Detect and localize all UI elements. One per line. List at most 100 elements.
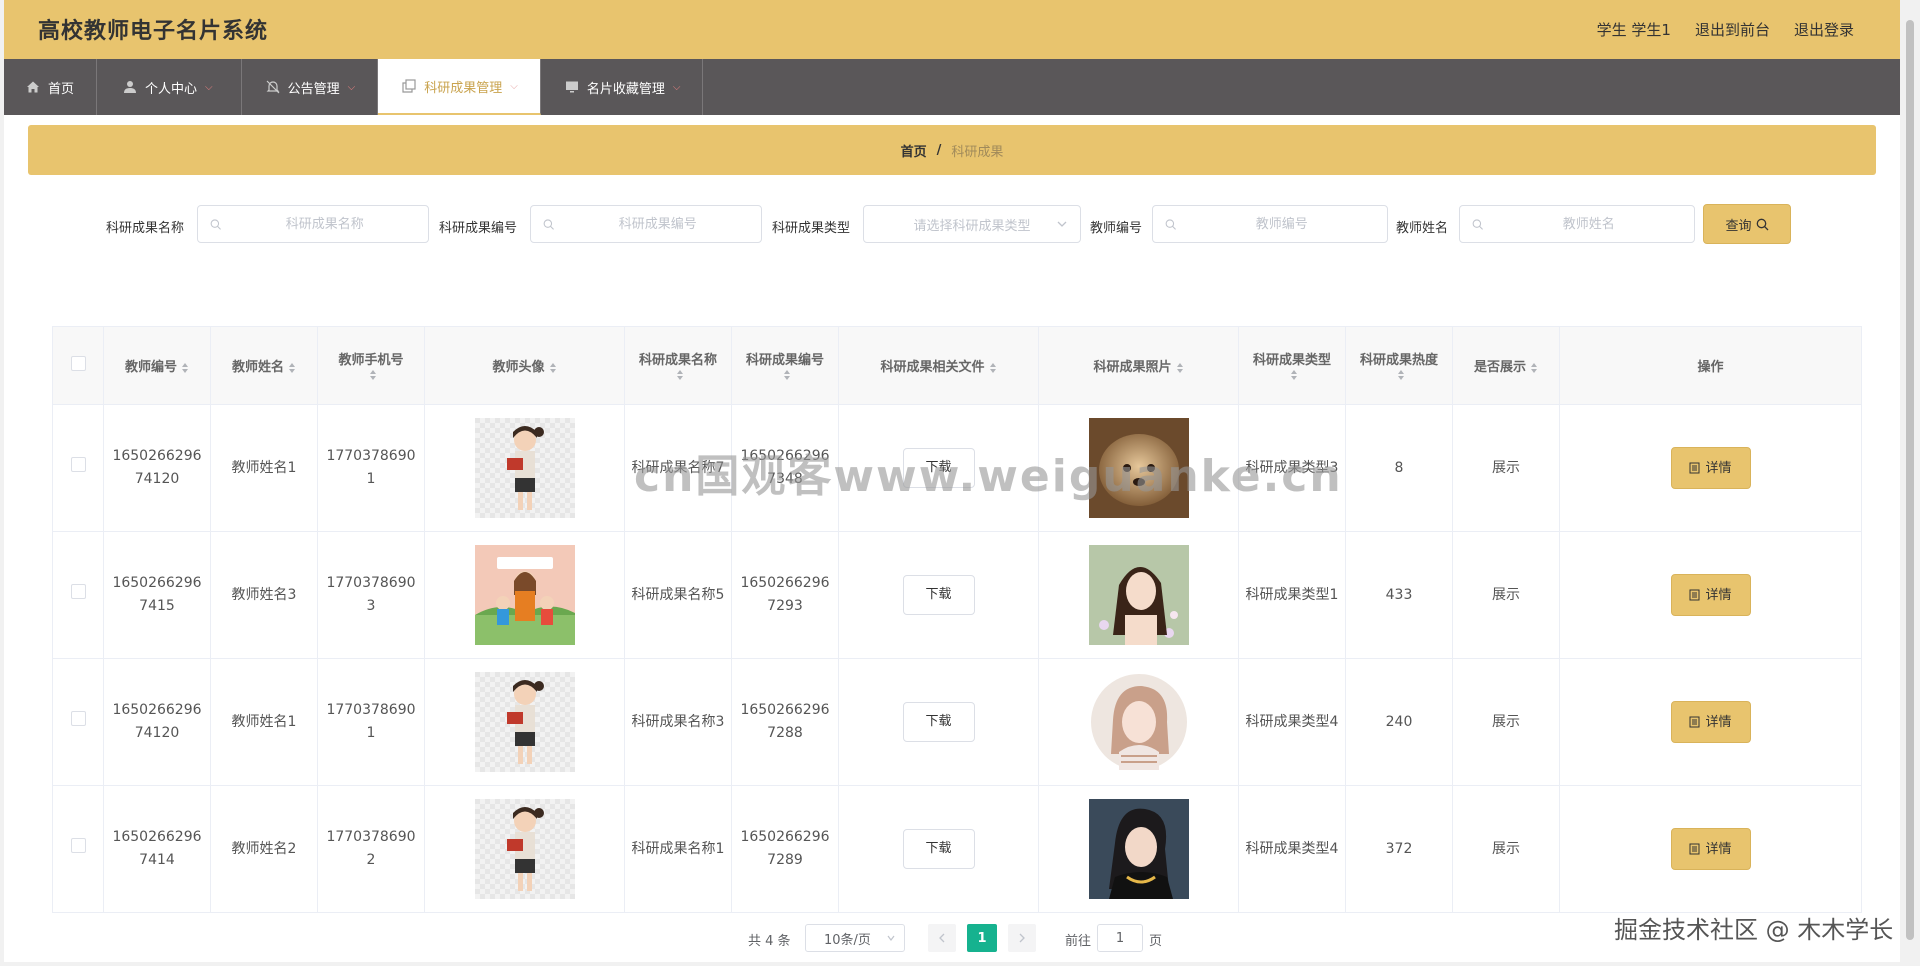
nav-notice-management[interactable]: 公告管理 ⌵ [242, 59, 379, 115]
cell-teacher-name: 教师姓名1 [210, 404, 318, 532]
cell-research-code: 16502662967348 [731, 404, 839, 532]
download-button[interactable]: 下载 [902, 702, 975, 742]
cell-is-shown: 展示 [1452, 785, 1560, 913]
vertical-scrollbar[interactable] [1900, 0, 1920, 966]
cell-research-type: 科研成果类型4 [1238, 658, 1346, 786]
research-table: 教师编号 教师姓名 教师手机号 教师头像 科研成果名称 科研成果编号 科研成果相… [52, 326, 1862, 913]
nav-home[interactable]: 首页 [4, 59, 98, 115]
header-user-links: 学生 学生1 退出到前台 退出登录 [1597, 19, 1854, 40]
research-name-field[interactable] [197, 205, 429, 243]
detail-button[interactable]: 详情 [1670, 574, 1751, 616]
nav-home-label: 首页 [48, 81, 75, 97]
nav-card-favorites[interactable]: 名片收藏管理 ⌵ [541, 59, 704, 115]
row-checkbox[interactable] [70, 456, 86, 472]
cell-research-code: 16502662967293 [731, 531, 839, 659]
goto-page-input[interactable]: 1 [1097, 924, 1143, 952]
nav-personal-center[interactable]: 个人中心 ⌵ [97, 59, 242, 115]
col-research-code[interactable]: 科研成果编号 [731, 326, 839, 405]
table-row: 16502662967415 教师姓名3 17703786903 科研成果名称5… [52, 531, 1862, 659]
teacher-name-label: 教师姓名 [1396, 221, 1449, 236]
bell-off-icon [266, 80, 280, 94]
teacher-code-input[interactable] [1176, 215, 1387, 233]
col-teacher-code[interactable]: 教师编号 [103, 326, 211, 405]
chevron-down-icon [887, 935, 895, 941]
research-photo-image [1088, 418, 1189, 518]
cell-research-heat: 372 [1345, 785, 1453, 913]
cell-research-name: 科研成果名称1 [624, 785, 732, 913]
cell-research-heat: 433 [1345, 531, 1453, 659]
table-header-row: 教师编号 教师姓名 教师手机号 教师头像 科研成果名称 科研成果编号 科研成果相… [52, 326, 1862, 405]
cell-research-heat: 8 [1345, 404, 1453, 532]
select-all-checkbox[interactable] [70, 356, 86, 371]
cell-teacher-name: 教师姓名3 [210, 531, 318, 659]
sort-icon[interactable] [549, 362, 557, 374]
sort-icon[interactable] [369, 369, 377, 381]
teacher-name-field[interactable] [1459, 205, 1695, 243]
sort-icon[interactable] [676, 369, 684, 381]
row-checkbox[interactable] [70, 837, 86, 853]
col-research-heat[interactable]: 科研成果热度 [1345, 326, 1453, 405]
chevron-down-icon: ⌵ [347, 81, 356, 93]
research-name-input[interactable] [221, 215, 428, 233]
chevron-right-icon [1019, 933, 1025, 943]
research-type-label: 科研成果类型 [772, 221, 851, 236]
teacher-avatar-image [474, 545, 575, 645]
search-icon [543, 218, 554, 230]
sort-icon[interactable] [1176, 362, 1184, 374]
query-button[interactable]: 查询 [1703, 204, 1791, 244]
download-button[interactable]: 下载 [902, 829, 975, 869]
row-checkbox[interactable] [70, 710, 86, 726]
col-teacher-phone[interactable]: 教师手机号 [317, 326, 425, 405]
breadcrumb-home[interactable]: 首页 [901, 141, 927, 160]
col-research-name[interactable]: 科研成果名称 [624, 326, 732, 405]
page-size-select[interactable]: 10条/页 [805, 924, 905, 952]
scrollbar-thumb[interactable] [1906, 20, 1914, 940]
col-research-photo[interactable]: 科研成果照片 [1038, 326, 1239, 405]
cell-research-type: 科研成果类型1 [1238, 531, 1346, 659]
download-button[interactable]: 下载 [902, 575, 975, 615]
download-button[interactable]: 下载 [902, 448, 975, 488]
detail-button[interactable]: 详情 [1670, 447, 1751, 489]
teacher-name-input[interactable] [1483, 215, 1694, 233]
research-type-select[interactable]: 请选择科研成果类型 [863, 205, 1081, 243]
teacher-code-field[interactable] [1152, 205, 1388, 243]
search-icon [1756, 218, 1768, 230]
search-icon [210, 218, 221, 230]
sort-icon[interactable] [1290, 369, 1298, 381]
prev-page-button[interactable] [928, 924, 956, 952]
breadcrumb: 首页 / 科研成果 [28, 125, 1876, 175]
cell-teacher-phone: 17703786901 [317, 658, 425, 786]
col-is-shown[interactable]: 是否展示 [1452, 326, 1560, 405]
col-actions: 操作 [1559, 326, 1862, 405]
sort-icon[interactable] [1530, 362, 1538, 374]
row-checkbox[interactable] [70, 583, 86, 599]
search-icon [1165, 218, 1176, 230]
sort-icon[interactable] [288, 362, 296, 374]
col-research-type[interactable]: 科研成果类型 [1238, 326, 1346, 405]
detail-button[interactable]: 详情 [1670, 701, 1751, 743]
sort-icon[interactable] [1397, 369, 1405, 381]
col-teacher-avatar[interactable]: 教师头像 [424, 326, 625, 405]
nav-research-label: 科研成果管理 [424, 80, 503, 96]
cell-teacher-code: 16502662967414 [103, 785, 211, 913]
nav-research-management[interactable]: 科研成果管理 ⌵ [378, 59, 541, 115]
copy-icon [402, 79, 416, 93]
col-research-file[interactable]: 科研成果相关文件 [838, 326, 1039, 405]
cell-teacher-name: 教师姓名2 [210, 785, 318, 913]
detail-button[interactable]: 详情 [1670, 828, 1751, 870]
research-code-input[interactable] [554, 215, 761, 233]
next-page-button[interactable] [1008, 924, 1036, 952]
research-code-field[interactable] [530, 205, 762, 243]
page-size-value: 10条/页 [824, 932, 871, 948]
sort-icon[interactable] [783, 369, 791, 381]
back-to-front-link[interactable]: 退出到前台 [1695, 19, 1770, 40]
cell-teacher-phone: 17703786901 [317, 404, 425, 532]
table-row: 16502662967414 教师姓名2 17703786902 科研成果名称1… [52, 785, 1862, 913]
cell-teacher-code: 165026629674120 [103, 658, 211, 786]
sort-icon[interactable] [989, 362, 997, 374]
sort-icon[interactable] [181, 362, 189, 374]
page-number-current[interactable]: 1 [967, 924, 997, 952]
logout-link[interactable]: 退出登录 [1794, 19, 1854, 40]
col-teacher-name[interactable]: 教师姓名 [210, 326, 318, 405]
breadcrumb-separator: / [936, 142, 942, 158]
